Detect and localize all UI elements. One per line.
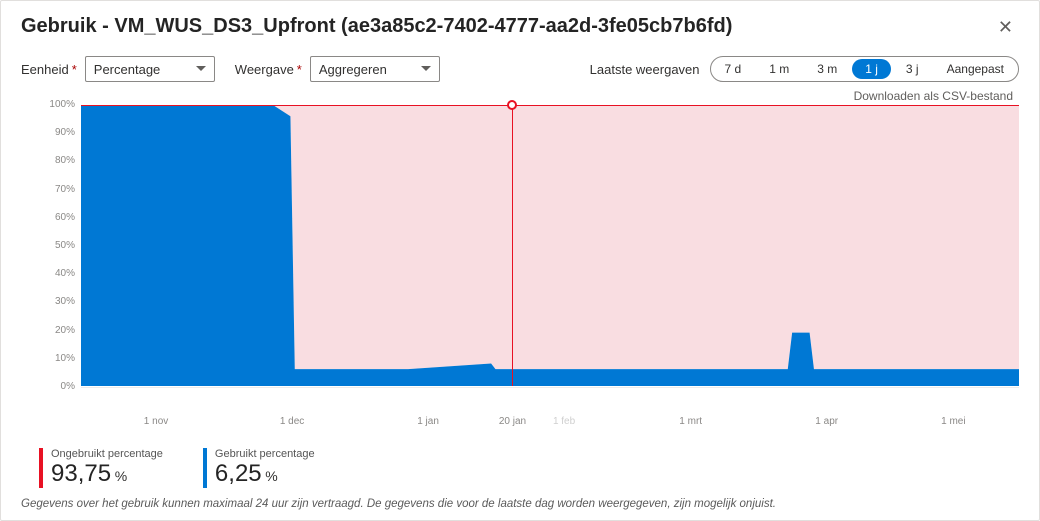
x-tick-label: 1 dec	[280, 416, 304, 427]
chevron-down-icon	[421, 66, 431, 72]
x-tick-label: 1 feb	[553, 416, 575, 427]
marker-line	[512, 105, 513, 386]
download-csv-link[interactable]: Downloaden als CSV-bestand	[854, 89, 1013, 103]
chart-plot[interactable]	[81, 105, 1019, 387]
y-axis: 100%90%80%70%60%50%40%30%20%10%0%	[21, 105, 81, 410]
time-range-pill[interactable]: 1 m	[755, 57, 803, 81]
grid-line	[81, 387, 1019, 388]
y-tick-label: 10%	[21, 354, 75, 382]
stat-used-unit: %	[265, 468, 277, 484]
stat-unused-unit: %	[115, 468, 127, 484]
y-tick-label: 40%	[21, 269, 75, 297]
x-tick-label: 1 mei	[941, 416, 965, 427]
y-tick-label: 100%	[21, 100, 75, 128]
stat-unused-value: 93,75	[51, 460, 111, 487]
stat-used-label: Gebruikt percentage	[215, 448, 315, 460]
close-icon[interactable]: ✕	[992, 16, 1019, 38]
stat-used: Gebruikt percentage 6,25 %	[203, 448, 315, 488]
x-tick-label: 1 jan	[417, 416, 439, 427]
x-tick-label: 1 nov	[144, 416, 168, 427]
laatste-weergaven-label: Laatste weergaven	[590, 62, 700, 77]
eenheid-label: Eenheid*	[21, 62, 77, 77]
panel-title: Gebruik - VM_WUS_DS3_Upfront (ae3a85c2-7…	[21, 15, 732, 38]
stat-unused: Ongebruikt percentage 93,75 %	[39, 448, 163, 488]
x-tick-label: 1 mrt	[679, 416, 702, 427]
x-tick-label: 20 jan	[499, 416, 526, 427]
y-tick-label: 90%	[21, 128, 75, 156]
time-range-pill[interactable]: 1 j	[852, 59, 891, 79]
time-range-pill[interactable]: 7 d	[711, 57, 756, 81]
weergave-dropdown[interactable]: Aggregeren	[310, 56, 440, 82]
y-tick-label: 60%	[21, 213, 75, 241]
time-range-pill[interactable]: 3 m	[803, 57, 851, 81]
stat-used-value: 6,25	[215, 460, 262, 487]
y-tick-label: 30%	[21, 297, 75, 325]
time-range-pill[interactable]: Aangepast	[933, 57, 1018, 81]
y-tick-label: 20%	[21, 326, 75, 354]
time-range-pill[interactable]: 3 j	[892, 57, 933, 81]
x-axis: 1 nov 1 dec 1 jan 20 jan 1 feb 1 mrt 1 apr 1 me…	[81, 416, 1019, 430]
weergave-value: Aggregeren	[319, 62, 387, 77]
eenheid-value: Percentage	[94, 62, 161, 77]
eenheid-dropdown[interactable]: Percentage	[85, 56, 215, 82]
marker-dot	[507, 100, 517, 110]
weergave-label: Weergave*	[235, 62, 302, 77]
chart-svg	[81, 105, 1019, 386]
chevron-down-icon	[196, 66, 206, 72]
y-tick-label: 80%	[21, 156, 75, 184]
x-tick-label: 1 apr	[815, 416, 838, 427]
y-tick-label: 70%	[21, 185, 75, 213]
y-tick-label: 50%	[21, 241, 75, 269]
stat-unused-label: Ongebruikt percentage	[51, 448, 163, 460]
time-range-pills: 7 d1 m3 m1 j3 jAangepast	[710, 56, 1019, 82]
y-tick-label: 0%	[21, 382, 75, 410]
footnote: Gegevens over het gebruik kunnen maximaa…	[21, 498, 1019, 510]
